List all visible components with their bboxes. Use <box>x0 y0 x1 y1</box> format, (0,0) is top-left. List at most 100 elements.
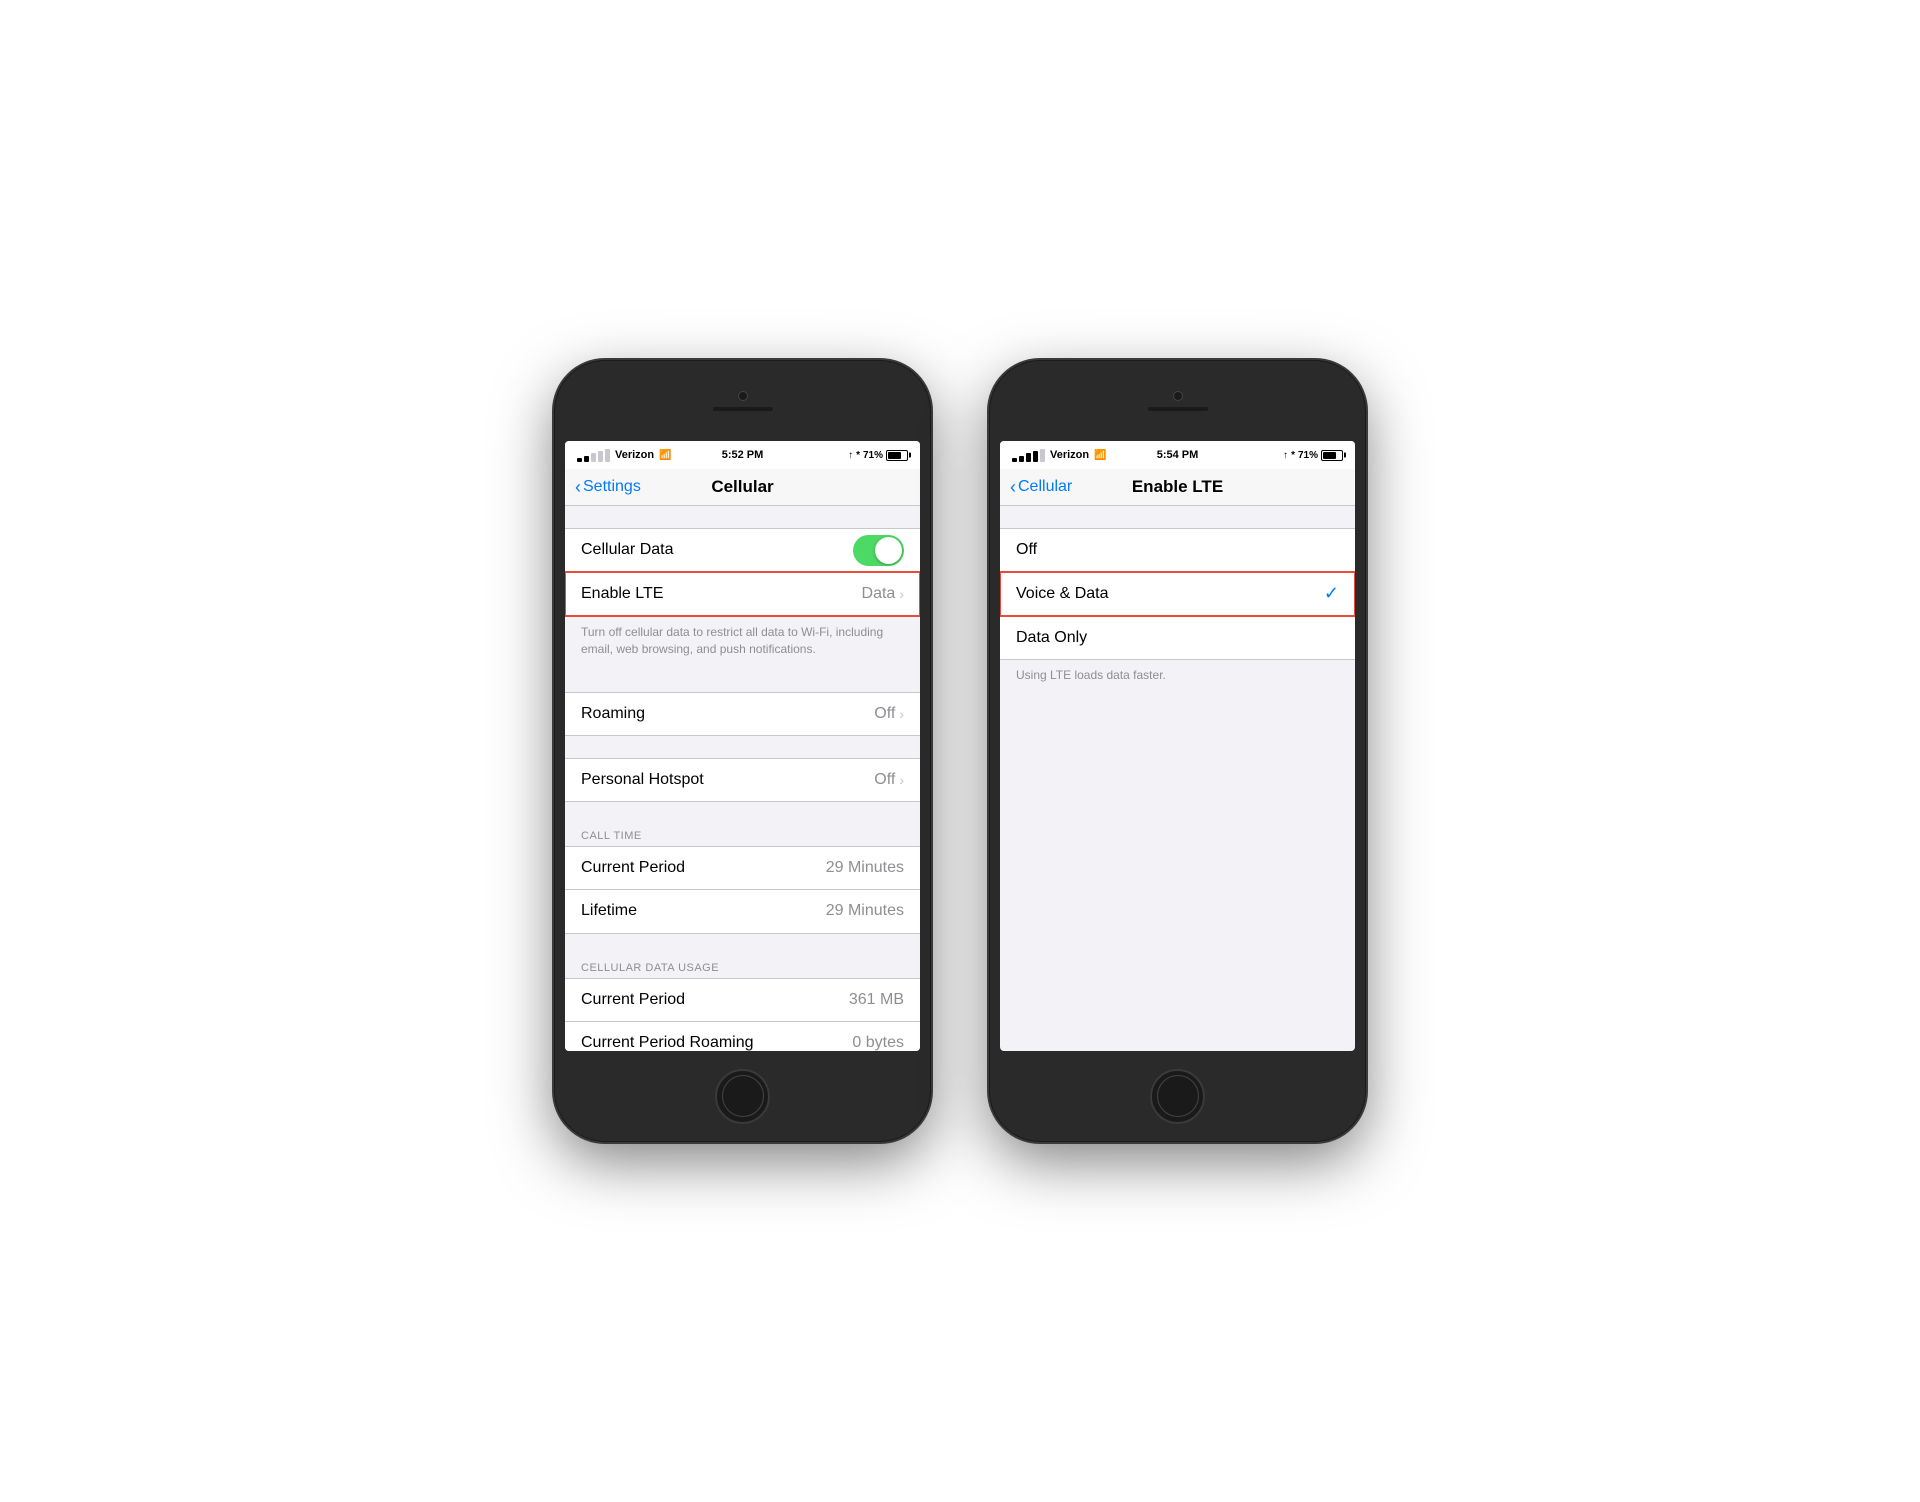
lte-data-only-label: Data Only <box>1016 629 1087 647</box>
enable-lte-label: Enable LTE <box>581 585 663 603</box>
section-gap-calltime <box>565 802 920 824</box>
settings-content-2: Off Voice & Data ✓ Data Only Using LTE l… <box>1000 506 1355 1051</box>
roaming-label: Roaming <box>581 705 645 723</box>
nav-bar-2: ‹ Cellular Enable LTE <box>1000 469 1355 506</box>
call-current-period-label: Current Period <box>581 859 685 877</box>
home-button-inner-1 <box>722 1075 764 1117</box>
carrier-1: Verizon <box>615 449 654 461</box>
front-camera <box>738 391 748 401</box>
bluetooth-icon-2: * <box>1291 450 1295 461</box>
cellular-data-label: Cellular Data <box>581 541 673 559</box>
lte-voice-data-row[interactable]: Voice & Data ✓ <box>1000 572 1355 616</box>
section-gap-roaming <box>565 670 920 692</box>
phone-1-screen: Verizon 📶 5:52 PM ↑ * 71% ‹ Settings Cel… <box>565 441 920 1051</box>
phone-2-top <box>990 361 1365 441</box>
phone-2-screen: Verizon 📶 5:54 PM ↑ * 71% ‹ Cellular Ena… <box>1000 441 1355 1051</box>
call-current-period-value: 29 Minutes <box>826 859 904 877</box>
personal-hotspot-label: Personal Hotspot <box>581 771 704 789</box>
time-1: 5:52 PM <box>722 449 764 461</box>
roaming-value: Off › <box>874 705 904 723</box>
lifetime-label: Lifetime <box>581 902 637 920</box>
front-camera-2 <box>1173 391 1183 401</box>
lte-voice-data-label: Voice & Data <box>1016 585 1109 603</box>
lifetime-value: 29 Minutes <box>826 902 904 920</box>
phone-1: Verizon 📶 5:52 PM ↑ * 71% ‹ Settings Cel… <box>555 361 930 1141</box>
page-title-2: Enable LTE <box>1132 477 1223 497</box>
personal-hotspot-value-text: Off <box>874 771 895 789</box>
cellular-description: Turn off cellular data to restrict all d… <box>565 616 920 670</box>
lifetime-row: Lifetime 29 Minutes <box>565 890 920 934</box>
signal-strength-1 <box>577 449 610 462</box>
status-left-2: Verizon 📶 <box>1012 449 1107 462</box>
home-button-1[interactable] <box>715 1069 770 1124</box>
section-gap-top-2 <box>1000 506 1355 528</box>
phone-2-bottom <box>990 1051 1365 1141</box>
location-icon-2: ↑ <box>1283 450 1288 461</box>
back-chevron-2: ‹ <box>1010 478 1016 496</box>
roaming-chevron: › <box>899 706 904 722</box>
enable-lte-chevron: › <box>899 586 904 602</box>
battery-percent-1: 71% <box>863 450 883 461</box>
back-label-1[interactable]: Settings <box>583 478 641 496</box>
data-current-period-row: Current Period 361 MB <box>565 978 920 1022</box>
personal-hotspot-value: Off › <box>874 771 904 789</box>
settings-content-1: Cellular Data Enable LTE Data › Turn off… <box>565 506 920 1051</box>
nav-bar-1: ‹ Settings Cellular <box>565 469 920 506</box>
back-button-2[interactable]: ‹ Cellular <box>1010 478 1072 496</box>
bluetooth-icon-1: * <box>856 450 860 461</box>
phone-1-bottom <box>555 1051 930 1141</box>
roaming-data-label: Current Period Roaming <box>581 1034 754 1051</box>
enable-lte-value: Data › <box>862 585 904 603</box>
lte-description: Using LTE loads data faster. <box>1000 660 1355 694</box>
toggle-knob <box>875 537 902 564</box>
signal-strength-2 <box>1012 449 1045 462</box>
checkmark-icon: ✓ <box>1324 583 1339 604</box>
battery-fill-2 <box>1323 452 1336 459</box>
section-gap-hotspot <box>565 736 920 758</box>
lte-off-label: Off <box>1016 541 1037 559</box>
carrier-2: Verizon <box>1050 449 1089 461</box>
page-title-1: Cellular <box>711 477 773 497</box>
status-right-2: ↑ * 71% <box>1283 450 1343 461</box>
status-bar-2: Verizon 📶 5:54 PM ↑ * 71% <box>1000 441 1355 469</box>
personal-hotspot-chevron: › <box>899 772 904 788</box>
roaming-data-value: 0 bytes <box>852 1034 904 1051</box>
battery-bar-1 <box>886 450 908 461</box>
data-current-period-value: 361 MB <box>849 991 904 1009</box>
wifi-icon-2: 📶 <box>1094 450 1106 461</box>
call-time-header: Call Time <box>565 824 920 846</box>
phone-1-top <box>555 361 930 441</box>
roaming-row[interactable]: Roaming Off › <box>565 692 920 736</box>
back-label-2[interactable]: Cellular <box>1018 478 1072 496</box>
battery-fill-1 <box>888 452 901 459</box>
earpiece-speaker-2 <box>1148 407 1208 411</box>
call-current-period-row: Current Period 29 Minutes <box>565 846 920 890</box>
enable-lte-value-text: Data <box>862 585 896 603</box>
cellular-data-row[interactable]: Cellular Data <box>565 528 920 572</box>
back-button-1[interactable]: ‹ Settings <box>575 478 641 496</box>
lte-off-row[interactable]: Off <box>1000 528 1355 572</box>
back-chevron-1: ‹ <box>575 478 581 496</box>
wifi-icon-1: 📶 <box>659 450 671 461</box>
battery-bar-2 <box>1321 450 1343 461</box>
section-gap-datausage <box>565 934 920 956</box>
status-bar-1: Verizon 📶 5:52 PM ↑ * 71% <box>565 441 920 469</box>
roaming-value-text: Off <box>874 705 895 723</box>
roaming-data-row: Current Period Roaming 0 bytes <box>565 1022 920 1051</box>
data-usage-header: Cellular Data Usage <box>565 956 920 978</box>
section-gap-top-1 <box>565 506 920 528</box>
location-icon-1: ↑ <box>848 450 853 461</box>
enable-lte-row[interactable]: Enable LTE Data › <box>565 572 920 616</box>
time-2: 5:54 PM <box>1157 449 1199 461</box>
phone-2: Verizon 📶 5:54 PM ↑ * 71% ‹ Cellular Ena… <box>990 361 1365 1141</box>
personal-hotspot-row[interactable]: Personal Hotspot Off › <box>565 758 920 802</box>
status-left-1: Verizon 📶 <box>577 449 672 462</box>
home-button-2[interactable] <box>1150 1069 1205 1124</box>
lte-data-only-row[interactable]: Data Only <box>1000 616 1355 660</box>
data-current-period-label: Current Period <box>581 991 685 1009</box>
battery-percent-2: 71% <box>1298 450 1318 461</box>
home-button-inner-2 <box>1157 1075 1199 1117</box>
earpiece-speaker <box>713 407 773 411</box>
status-right-1: ↑ * 71% <box>848 450 908 461</box>
cellular-data-toggle[interactable] <box>853 535 904 566</box>
